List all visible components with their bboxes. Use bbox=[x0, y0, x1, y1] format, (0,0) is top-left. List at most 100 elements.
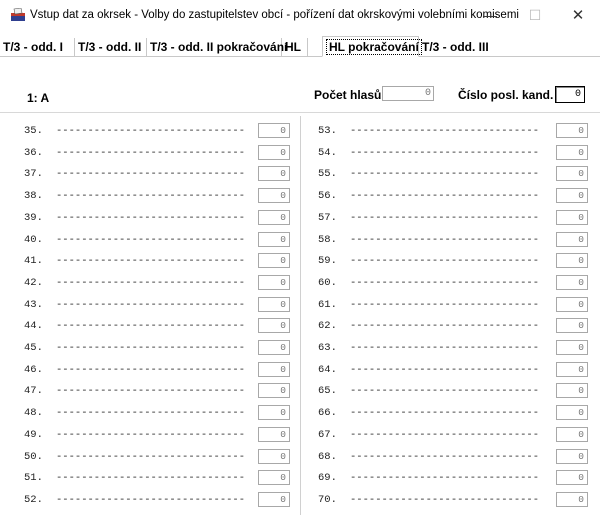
votes-field[interactable]: 0 bbox=[382, 86, 434, 101]
preference-votes-field[interactable]: 0 bbox=[258, 274, 290, 290]
candidate-name-placeholder: ------------------------------ bbox=[56, 428, 246, 441]
preference-votes-field[interactable]: 0 bbox=[556, 318, 588, 334]
candidate-row: 58. ------------------------------ 0 bbox=[318, 230, 598, 251]
preference-votes-field[interactable]: 0 bbox=[258, 491, 290, 507]
preference-votes-field[interactable]: 0 bbox=[556, 340, 588, 355]
tab-label: T/3 - odd. II pokračování bbox=[150, 40, 288, 54]
tab-label: HL pokračování bbox=[326, 38, 422, 55]
preference-votes-field[interactable]: 0 bbox=[556, 470, 588, 486]
candidate-number: 62. bbox=[318, 320, 337, 333]
preference-votes-field[interactable]: 0 bbox=[258, 188, 290, 204]
candidate-name-placeholder: ------------------------------ bbox=[350, 385, 540, 398]
preference-votes-field[interactable]: 0 bbox=[258, 144, 290, 160]
candidate-number-field[interactable]: 0 bbox=[555, 86, 585, 103]
preference-votes-field[interactable]: 0 bbox=[556, 123, 588, 138]
candidate-number: 51. bbox=[24, 472, 43, 485]
tab-hl[interactable]: HL bbox=[282, 38, 308, 56]
tab-t3-odd-2-pokracovani[interactable]: T/3 - odd. II pokračování bbox=[147, 38, 287, 56]
candidate-number: 38. bbox=[24, 190, 43, 203]
candidate-number: 36. bbox=[24, 146, 43, 159]
candidate-name-placeholder: ------------------------------ bbox=[350, 190, 540, 203]
candidate-row: 57. ------------------------------ 0 bbox=[318, 208, 598, 229]
candidate-number: 44. bbox=[24, 320, 43, 333]
candidate-row: 42. ------------------------------ 0 bbox=[24, 273, 304, 294]
candidate-number: 52. bbox=[24, 493, 43, 506]
preference-votes-field[interactable]: 0 bbox=[556, 274, 588, 290]
candidate-row: 45. ------------------------------ 0 bbox=[24, 338, 304, 359]
close-button[interactable]: ✕ bbox=[556, 0, 600, 30]
preference-votes-field[interactable]: 0 bbox=[556, 231, 588, 247]
candidate-name-placeholder: ------------------------------ bbox=[350, 472, 540, 485]
preference-votes-field[interactable]: 0 bbox=[258, 405, 290, 421]
preference-votes-field[interactable]: 0 bbox=[258, 123, 290, 138]
tab-t3-odd-1[interactable]: T/3 - odd. I bbox=[0, 38, 75, 56]
candidate-row: 36. ------------------------------ 0 bbox=[24, 143, 304, 164]
preference-votes-field[interactable]: 0 bbox=[556, 426, 588, 442]
preference-votes-field[interactable]: 0 bbox=[556, 253, 588, 269]
candidate-name-placeholder: ------------------------------ bbox=[350, 450, 540, 463]
preference-votes-field[interactable]: 0 bbox=[258, 296, 290, 312]
preference-votes-field[interactable]: 0 bbox=[556, 405, 588, 421]
candidate-row: 69. ------------------------------ 0 bbox=[318, 468, 598, 489]
candidate-number: 49. bbox=[24, 428, 43, 441]
preference-votes-field[interactable]: 0 bbox=[258, 426, 290, 442]
preference-votes-field[interactable]: 0 bbox=[556, 361, 588, 377]
candidate-name-placeholder: ------------------------------ bbox=[350, 168, 540, 181]
votes-label: Počet hlasů bbox=[314, 88, 382, 102]
candidate-name-placeholder: ------------------------------ bbox=[350, 233, 540, 246]
candidate-row: 43. ------------------------------ 0 bbox=[24, 295, 304, 316]
preference-votes-field[interactable]: 0 bbox=[556, 166, 588, 182]
candidate-number: 65. bbox=[318, 385, 337, 398]
candidate-row: 47. ------------------------------ 0 bbox=[24, 381, 304, 402]
preference-votes-field[interactable]: 0 bbox=[258, 448, 290, 464]
candidate-name-placeholder: ------------------------------ bbox=[350, 363, 540, 376]
candidate-row: 64. ------------------------------ 0 bbox=[318, 360, 598, 381]
preference-votes-field[interactable]: 0 bbox=[258, 470, 290, 486]
preference-votes-field[interactable]: 0 bbox=[556, 491, 588, 507]
maximize-button[interactable]: ☐ bbox=[513, 0, 557, 30]
preference-votes-field[interactable]: 0 bbox=[258, 166, 290, 182]
candidate-header: 1: A Počet hlasů 0 Číslo posl. kand. 0 bbox=[0, 82, 600, 113]
preference-votes-field[interactable]: 0 bbox=[556, 448, 588, 464]
candidate-row: 38. ------------------------------ 0 bbox=[24, 186, 304, 207]
preference-votes-field[interactable]: 0 bbox=[556, 188, 588, 204]
candidate-row: 41. ------------------------------ 0 bbox=[24, 251, 304, 272]
preference-votes-field[interactable]: 0 bbox=[556, 296, 588, 312]
candidate-row: 63. ------------------------------ 0 bbox=[318, 338, 598, 359]
preference-votes-field[interactable]: 0 bbox=[556, 209, 588, 225]
candidate-row: 53. ------------------------------ 0 bbox=[318, 121, 598, 142]
tab-label: T/3 - odd. II bbox=[78, 40, 142, 54]
preference-votes-field[interactable]: 0 bbox=[258, 340, 290, 355]
candidate-number: 37. bbox=[24, 168, 43, 181]
candidate-name-placeholder: ------------------------------ bbox=[56, 211, 246, 224]
window-title: Vstup dat za okrsek - Volby do zastupite… bbox=[30, 9, 519, 21]
tab-t3-odd-3[interactable]: T/3 - odd. III bbox=[419, 38, 489, 56]
preference-votes-field[interactable]: 0 bbox=[258, 318, 290, 334]
tab-label: HL bbox=[285, 40, 301, 54]
tab-label: T/3 - odd. I bbox=[3, 40, 63, 54]
candidate-row: 68. ------------------------------ 0 bbox=[318, 447, 598, 468]
candidate-row: 37. ------------------------------ 0 bbox=[24, 164, 304, 185]
candidate-number: 57. bbox=[318, 211, 337, 224]
minimize-button[interactable]: — bbox=[468, 0, 512, 30]
candidate-name-placeholder: ------------------------------ bbox=[56, 125, 246, 137]
candidate-row: 44. ------------------------------ 0 bbox=[24, 316, 304, 337]
candidate-name-placeholder: ------------------------------ bbox=[350, 276, 540, 289]
preference-votes-field[interactable]: 0 bbox=[258, 383, 290, 399]
candidate-number: 54. bbox=[318, 146, 337, 159]
preference-votes-field[interactable]: 0 bbox=[258, 361, 290, 377]
preference-votes-field[interactable]: 0 bbox=[556, 383, 588, 399]
candidate-number: 50. bbox=[24, 450, 43, 463]
candidate-name-placeholder: ------------------------------ bbox=[56, 320, 246, 333]
candidate-number: 43. bbox=[24, 298, 43, 311]
tab-t3-odd-2[interactable]: T/3 - odd. II bbox=[75, 38, 147, 56]
candidate-name-placeholder: ------------------------------ bbox=[350, 211, 540, 224]
preference-votes-field[interactable]: 0 bbox=[258, 253, 290, 269]
candidate-name-placeholder: ------------------------------ bbox=[56, 450, 246, 463]
tab-hl-pokracovani[interactable]: HL pokračování bbox=[322, 36, 422, 57]
preference-votes-field[interactable]: 0 bbox=[556, 144, 588, 160]
preference-votes-field[interactable]: 0 bbox=[258, 209, 290, 225]
candidate-name-placeholder: ------------------------------ bbox=[350, 407, 540, 420]
preference-votes-field[interactable]: 0 bbox=[258, 231, 290, 247]
candidate-name-placeholder: ------------------------------ bbox=[56, 493, 246, 506]
